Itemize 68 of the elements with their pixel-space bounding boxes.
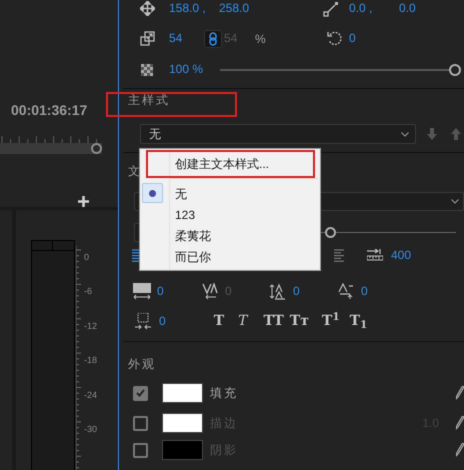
menu-item[interactable]: 123	[175, 206, 196, 224]
italic-button[interactable]: T	[238, 312, 248, 330]
value-field[interactable]: 54	[169, 30, 182, 47]
section-title: 文	[128, 163, 140, 179]
slider-thumb[interactable]	[449, 64, 461, 76]
move-icon	[140, 1, 155, 16]
section-title: 主样式	[128, 92, 170, 108]
bold-button[interactable]: T	[214, 312, 224, 330]
subscript-button[interactable]: T$_{1}$	[350, 312, 368, 330]
value-field[interactable]: 0	[159, 312, 166, 330]
checkbox[interactable]	[133, 416, 148, 430]
checkmark-icon	[136, 389, 145, 397]
checkbox[interactable]	[133, 442, 148, 458]
value-field[interactable]: 400	[391, 246, 412, 264]
eyedropper-icon[interactable]	[456, 416, 464, 430]
small-caps-button[interactable]: Tᴛ	[290, 312, 309, 330]
rotation-icon	[327, 31, 342, 46]
scale-icon	[140, 31, 155, 46]
meter-scale-label: -24	[84, 390, 98, 400]
radio-dot-icon	[149, 190, 156, 196]
chain-link-icon	[209, 32, 217, 46]
chevron-down-icon	[401, 132, 409, 136]
kerning-icon	[133, 282, 151, 300]
chevron-down-icon	[451, 199, 459, 204]
section-title: 外观	[128, 356, 156, 372]
timecode: 00:01:36:17	[11, 101, 88, 119]
menu-item[interactable]: 无	[175, 184, 187, 202]
color-swatch[interactable]	[162, 440, 203, 460]
value-field[interactable]: 0	[349, 30, 356, 47]
link-toggle-button[interactable]	[204, 30, 222, 48]
appearance-label: 填充	[210, 385, 238, 402]
justify-icon[interactable]	[334, 248, 344, 262]
value-field[interactable]: 100 %	[169, 61, 204, 78]
value-field[interactable]: 0.0 ,	[349, 0, 372, 17]
meter-scale-label: -6	[84, 286, 92, 296]
anchor-point-icon	[323, 0, 339, 16]
all-caps-button[interactable]: TT	[263, 312, 284, 330]
unit-label: %	[255, 30, 266, 48]
menu-item[interactable]: 而已你	[175, 248, 211, 266]
zoom-scrollbar[interactable]	[0, 143, 102, 154]
meter-scale-label: -18	[84, 355, 98, 366]
menu-item[interactable]: 创建主文本样式...	[175, 154, 270, 172]
value-field[interactable]: 0	[361, 282, 368, 300]
opacity-checker-icon	[141, 64, 153, 76]
style-dropdown[interactable]: 无	[140, 124, 416, 144]
meter-scale-label: -30	[84, 424, 98, 434]
value-field[interactable]: 158.0 ,	[169, 0, 206, 17]
slider-thumb[interactable]	[325, 227, 336, 238]
baseline-icon	[337, 282, 355, 300]
value-field[interactable]: 0	[157, 282, 164, 300]
menu-item[interactable]: 柔荑花	[175, 226, 211, 244]
tsume-icon	[135, 312, 151, 330]
leading-icon	[269, 282, 287, 300]
eyedropper-icon[interactable]	[456, 386, 464, 400]
value-field[interactable]: 0.0	[399, 0, 416, 17]
plus-icon[interactable]	[78, 196, 89, 207]
tab-width-icon	[367, 249, 383, 261]
scrollbar-handle[interactable]	[91, 143, 102, 154]
color-swatch[interactable]	[162, 383, 203, 403]
meter-scale-label: 0	[84, 252, 90, 262]
value-field[interactable]: 0	[293, 282, 300, 300]
color-swatch[interactable]	[162, 413, 203, 433]
checkbox[interactable]	[133, 386, 148, 400]
value-field[interactable]: 258.0	[219, 0, 250, 17]
tracking-icon	[201, 282, 219, 300]
meter-scale-label: -12	[84, 320, 98, 331]
eyedropper-icon[interactable]	[456, 443, 464, 457]
superscript-button[interactable]: T$^{1}$	[322, 312, 340, 330]
